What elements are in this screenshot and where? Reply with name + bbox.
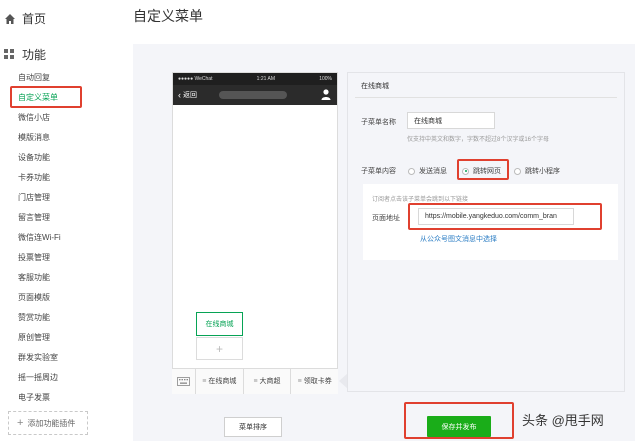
sidebar-item-shake[interactable]: 摇一摇周边	[0, 368, 104, 388]
editor-header: 在线商城	[361, 83, 389, 90]
grid-icon	[4, 49, 15, 60]
save-publish-button[interactable]: 保存并发布	[427, 416, 491, 437]
name-hint: 仅支持中英文和数字，字数不超过8个汉字或16个字母	[407, 137, 550, 143]
watermark: 头条 @甩手网	[522, 413, 604, 428]
sidebar-item-e-invoice[interactable]: 电子发票	[0, 388, 104, 408]
sidebar-item-page-template[interactable]: 页面模版	[0, 288, 104, 308]
name-label: 子菜单名称	[361, 119, 396, 126]
phone-menu-label: 在线商城	[208, 378, 237, 385]
sidebar-item-store-management[interactable]: 门店管理	[0, 188, 104, 208]
sidebar-section-functions: 功能	[4, 46, 46, 63]
sidebar-item-votes[interactable]: 投票管理	[0, 248, 104, 268]
sidebar-item-custom-menu[interactable]: 自定义菜单	[0, 88, 104, 108]
user-icon	[321, 89, 331, 100]
phone-title-placeholder	[219, 91, 287, 99]
phone-back-button[interactable]: ‹ 返回	[178, 90, 197, 100]
page-title: 自定义菜单	[133, 8, 203, 24]
radio-open-webpage[interactable]: 跳转网页	[462, 166, 501, 176]
pick-from-articles-link[interactable]: 从公众号图文消息中选择	[420, 234, 497, 244]
page-url-input[interactable]: https://mobile.yangkeduo.com/comm_bran	[418, 208, 574, 225]
phone-status-bar: ●●●●● WeChat 1:21 AM 100%	[173, 73, 337, 85]
dot-icon: ≡	[253, 378, 258, 385]
sidebar-item-cards[interactable]: 卡券功能	[0, 168, 104, 188]
sidebar-item-wifi[interactable]: 微信连Wi-Fi	[0, 228, 104, 248]
sidebar-item-template-message[interactable]: 模版消息	[0, 128, 104, 148]
sidebar-item-customer-service[interactable]: 客服功能	[0, 268, 104, 288]
sidebar-item-comments[interactable]: 留言管理	[0, 208, 104, 228]
divider	[355, 97, 617, 98]
radio-label: 跳转网页	[473, 168, 501, 175]
sidebar-item-auto-reply[interactable]: 自动回复	[0, 68, 104, 88]
dot-icon: ≡	[297, 378, 302, 385]
sidebar-section-label: 功能	[22, 48, 47, 62]
radio-circle	[514, 167, 521, 175]
sidebar-item-wechat-store[interactable]: 微信小店	[0, 108, 104, 128]
sidebar-menu: 自动回复 自定义菜单 微信小店 模版消息 设备功能 卡券功能 门店管理 留言管理…	[0, 68, 104, 408]
phone-back-label: 返回	[183, 92, 197, 99]
phone-time: 1:21 AM	[256, 76, 276, 82]
add-sub-menu-button[interactable]: +	[196, 337, 243, 360]
plus-icon: +	[215, 341, 223, 356]
phone-menu-bar: ≡ 在线商城 ≡ 大商超 ≡ 领取卡券	[172, 368, 338, 394]
phone-menu-label: 大商超	[259, 378, 281, 385]
phone-battery: 100%	[319, 76, 332, 82]
sub-menu-item[interactable]: 在线商城	[196, 312, 243, 336]
sidebar-item-original[interactable]: 原创管理	[0, 328, 104, 348]
sidebar-home-label: 首页	[22, 12, 47, 26]
phone-menu-1[interactable]: ≡ 大商超	[244, 369, 292, 394]
sidebar: 首页 功能 自动回复 自定义菜单 微信小店 模版消息 设备功能 卡券功能 门店管…	[0, 0, 104, 441]
sidebar-item-broadcast-lab[interactable]: 群发实验室	[0, 348, 104, 368]
sub-menu-name-input[interactable]: 在线商城	[407, 112, 495, 129]
dot-icon: ≡	[202, 378, 207, 385]
phone-menu-0[interactable]: ≡ 在线商城	[196, 369, 244, 394]
link-hint: 订阅者点击该子菜单会跳到以下链接	[372, 197, 469, 203]
add-plugin-button[interactable]: + 添加功能插件	[8, 411, 88, 435]
radio-label: 跳转小程序	[525, 168, 560, 175]
plus-icon: +	[17, 417, 24, 429]
phone-menu-2[interactable]: ≡ 领取卡券	[291, 369, 338, 394]
phone-nav-bar: ‹ 返回	[173, 85, 337, 105]
phone-menu-label: 领取卡券	[303, 378, 332, 385]
sidebar-item-reward[interactable]: 赞赏功能	[0, 308, 104, 328]
add-plugin-label: 添加功能插件	[27, 418, 76, 428]
sidebar-item-device[interactable]: 设备功能	[0, 148, 104, 168]
home-icon	[4, 13, 16, 25]
sidebar-home[interactable]: 首页	[4, 10, 46, 27]
keyboard-icon[interactable]	[172, 369, 196, 394]
radio-circle-selected	[462, 167, 469, 175]
radio-send-message[interactable]: 发送消息	[408, 166, 447, 176]
radio-label: 发送消息	[419, 168, 447, 175]
phone-carrier: ●●●●● WeChat	[178, 76, 213, 82]
sort-menu-button[interactable]: 菜单排序	[224, 417, 282, 437]
chevron-left-icon: ‹	[178, 90, 181, 100]
radio-circle	[408, 167, 415, 175]
content-label: 子菜单内容	[361, 168, 396, 175]
radio-open-mini-program[interactable]: 跳转小程序	[514, 166, 560, 176]
url-label: 页面地址	[372, 215, 400, 222]
